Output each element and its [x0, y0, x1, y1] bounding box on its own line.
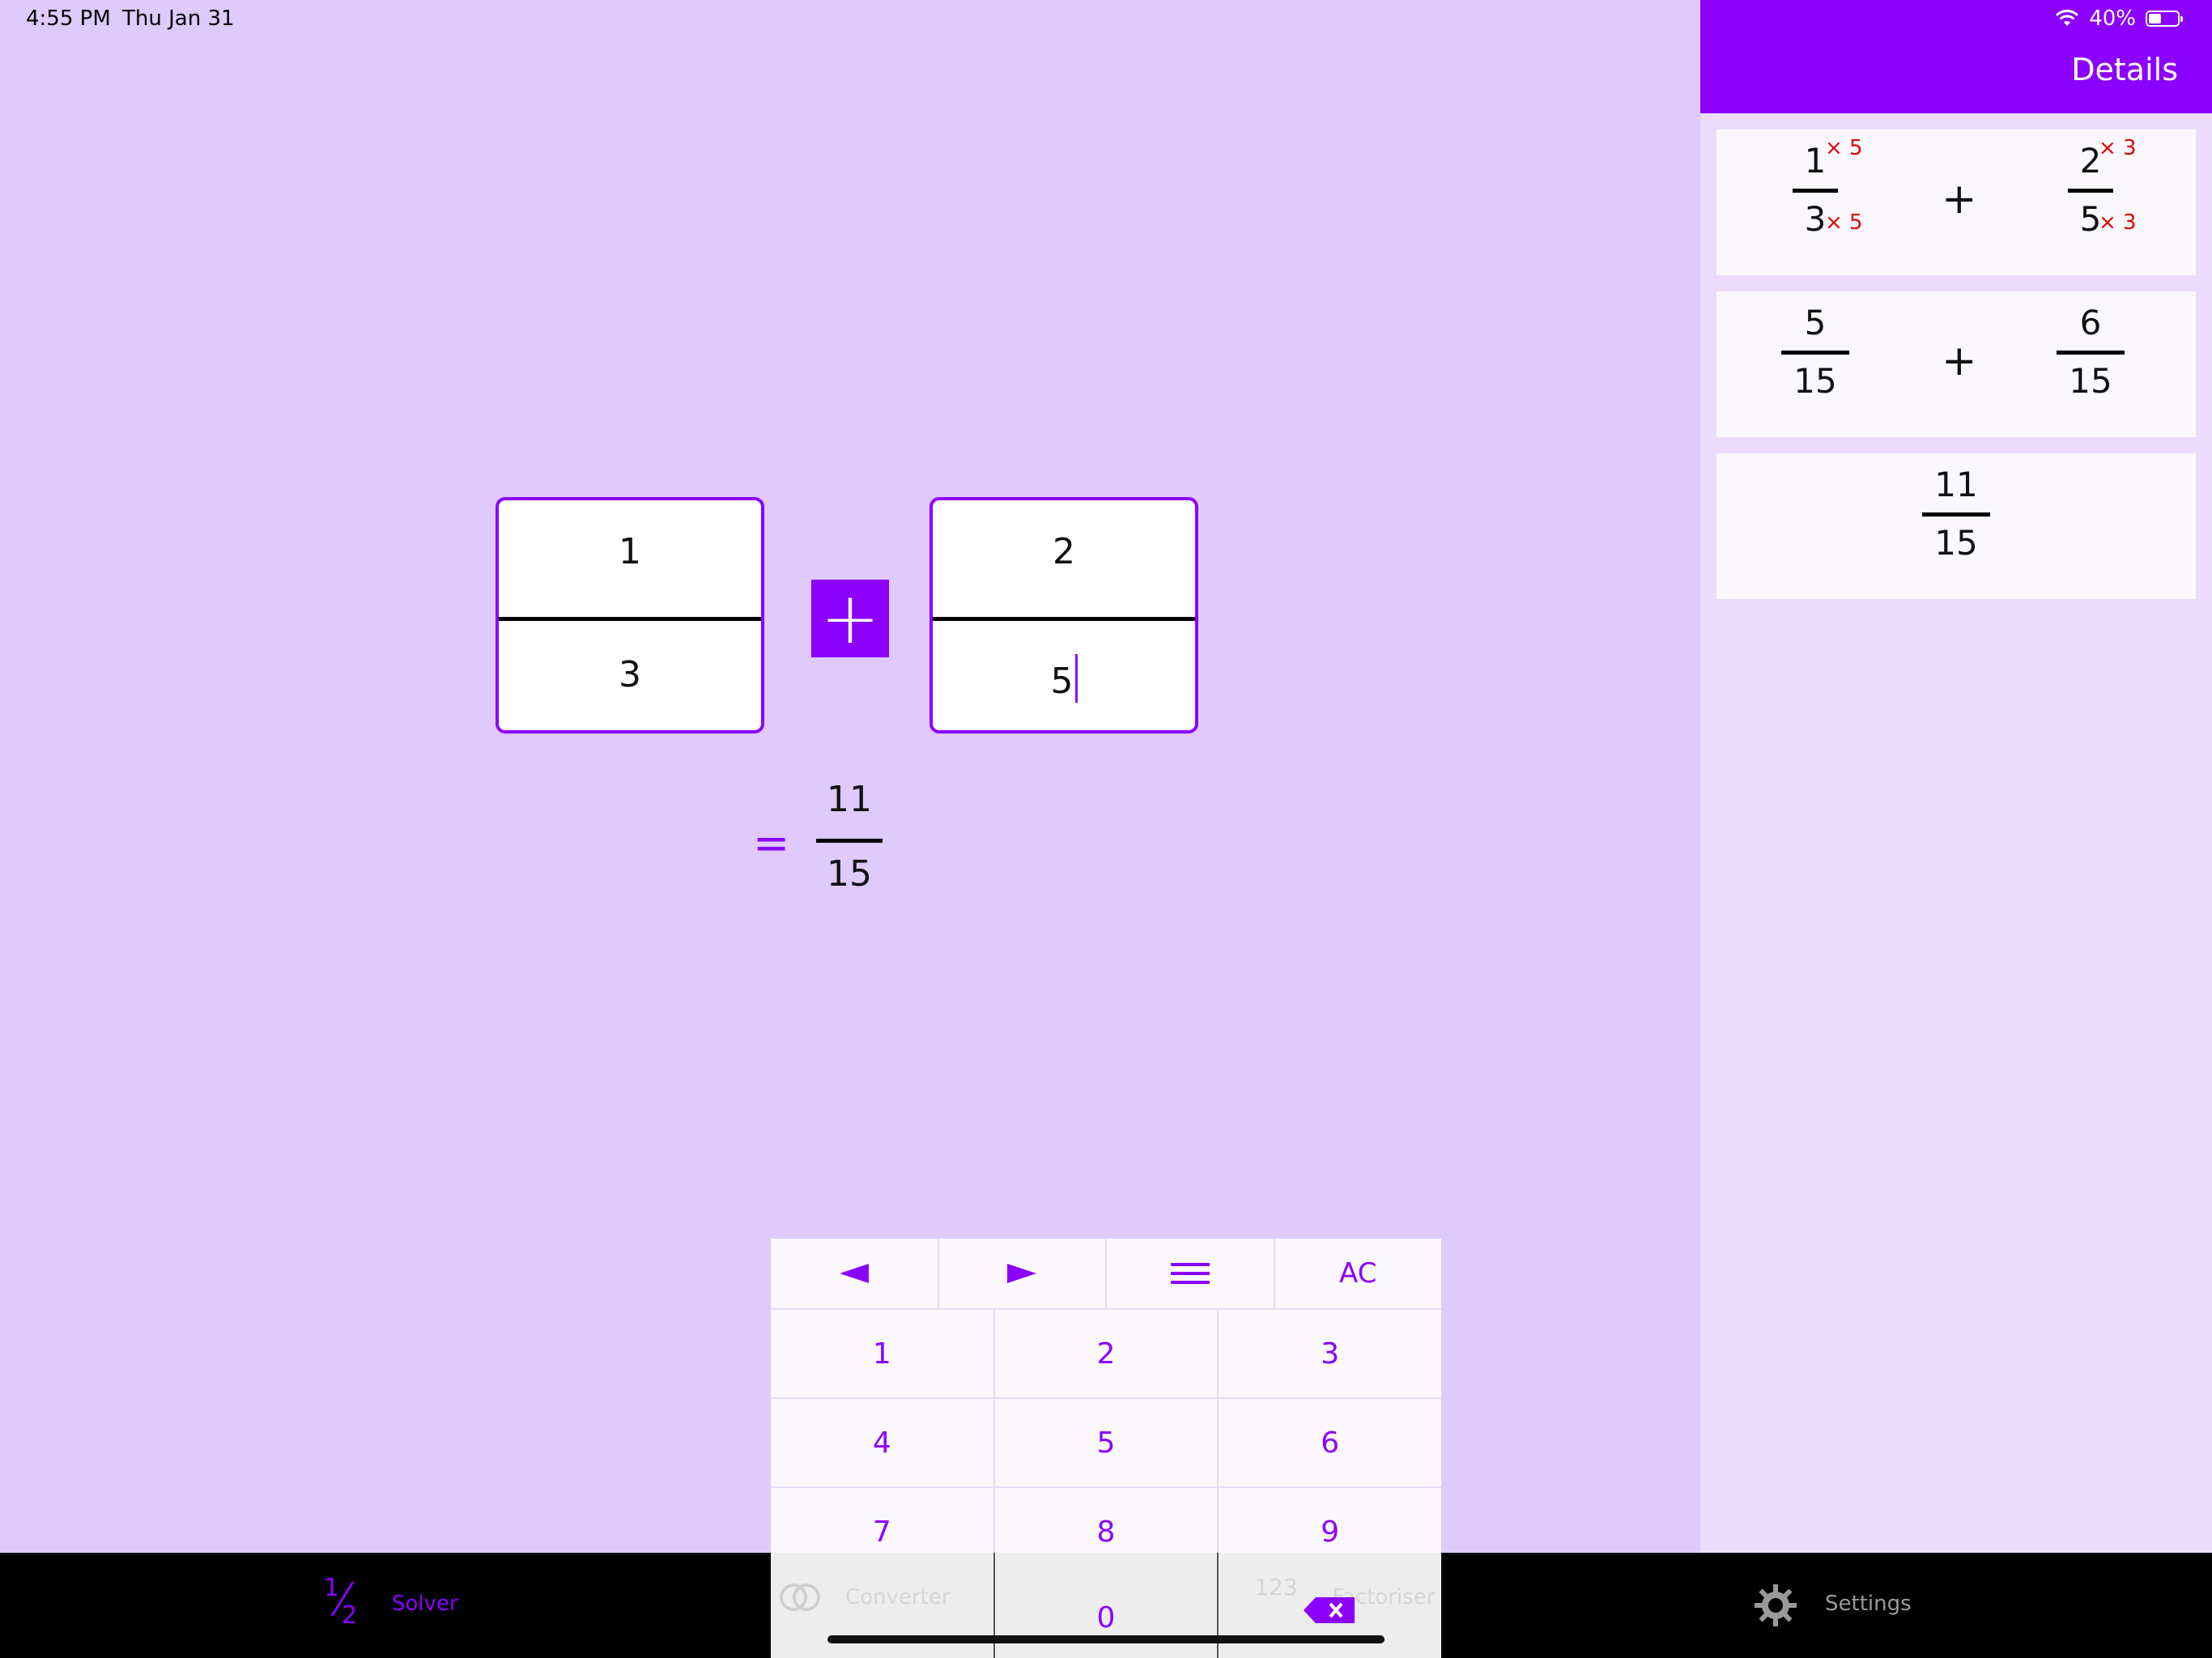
result-denominator: 15: [827, 853, 872, 895]
step-denominator: 15: [1793, 361, 1837, 401]
step-bar: [2057, 351, 2125, 355]
status-date: Thu Jan 31: [122, 6, 235, 31]
battery-icon: [2146, 11, 2183, 27]
details-step-card: 11 15: [1716, 453, 2196, 599]
home-indicator[interactable]: [827, 1635, 1385, 1643]
tab-settings[interactable]: [1752, 1582, 1799, 1629]
step-numerator: 6: [2079, 303, 2102, 342]
fraction-bar: [933, 617, 1195, 621]
key-4[interactable]: 4: [771, 1399, 995, 1486]
wifi-icon: [2056, 10, 2079, 26]
key-3[interactable]: 3: [1219, 1310, 1441, 1397]
move-left-button[interactable]: [771, 1239, 939, 1308]
numerator-input[interactable]: 2: [933, 531, 1195, 572]
step-denominator: 15: [2069, 361, 2112, 401]
denominator-input[interactable]: 5: [933, 654, 1195, 703]
step-fraction: 6 15: [2042, 303, 2139, 401]
step-bar: [2068, 189, 2113, 193]
key-0-label: 0: [1096, 1601, 1116, 1635]
key-1[interactable]: 1: [771, 1310, 995, 1397]
denominator-multiplier: × 5: [1825, 210, 1863, 235]
fraction-input-right: 2 5: [929, 497, 1198, 733]
details-step-card: 5 15 + 6 15: [1716, 291, 2196, 437]
backspace-icon: [1304, 1597, 1355, 1623]
step-numerator: 11: [1934, 465, 1978, 504]
menu-button[interactable]: [1107, 1239, 1275, 1308]
key-6[interactable]: 6: [1219, 1399, 1441, 1486]
step-fraction: 11 15: [1908, 465, 2005, 563]
text-cursor: [1074, 654, 1078, 703]
result-numerator: 11: [827, 779, 872, 820]
tab-converter-label[interactable]: Converter: [845, 1585, 951, 1609]
menu-icon: [1170, 1263, 1210, 1284]
keypad-toolbar: AC: [771, 1239, 1441, 1308]
step-numerator: 5: [1804, 303, 1827, 342]
equals-sign: =: [753, 818, 790, 869]
step-fraction: 5 15: [1767, 303, 1864, 401]
step-bar: [1781, 351, 1849, 355]
key-2[interactable]: 2: [995, 1310, 1219, 1397]
denominator-input[interactable]: 3: [499, 654, 761, 695]
details-panel: Details 1 3 × 5 × 5 + 2 5 × 3 × 3 5 15 +…: [1700, 0, 2212, 1553]
keypad-grid: 1 2 3 4 5 6 7 8 9: [771, 1308, 1441, 1575]
numerator-multiplier: × 3: [2099, 136, 2137, 160]
all-clear-button[interactable]: AC: [1275, 1239, 1442, 1308]
numerator-multiplier: × 5: [1825, 136, 1863, 160]
move-right-button[interactable]: [939, 1239, 1107, 1308]
factoriser-icon: 123: [1254, 1574, 1298, 1601]
key-5[interactable]: 5: [995, 1399, 1219, 1486]
details-title: Details: [2071, 52, 2178, 87]
step-bar: [1793, 189, 1838, 193]
operator-button[interactable]: +: [811, 580, 889, 657]
denominator-multiplier: × 3: [2099, 210, 2137, 235]
tab-solver-label[interactable]: Solver: [392, 1592, 458, 1616]
status-time: 4:55 PM: [26, 6, 111, 31]
gear-icon: [1755, 1584, 1797, 1626]
arrow-left-icon: [839, 1264, 869, 1283]
arrow-right-icon: [1007, 1264, 1037, 1283]
details-step-card: 1 3 × 5 × 5 + 2 5 × 3 × 3: [1716, 130, 2196, 275]
fraction-bar: [499, 617, 761, 621]
keypad-row: 1 2 3: [771, 1308, 1441, 1397]
battery-percent: 40%: [2089, 6, 2136, 31]
converter-icon: [780, 1584, 820, 1611]
step-operator: +: [1942, 337, 1977, 385]
half-fraction-icon: 1 2: [324, 1574, 358, 1630]
tab-solver[interactable]: 1 2: [322, 1571, 363, 1630]
numerator-input[interactable]: 1: [499, 531, 761, 572]
keypad-row: 4 5 6: [771, 1397, 1441, 1486]
fraction-input-left: 1 3: [496, 497, 764, 733]
step-denominator: 15: [1934, 523, 1978, 563]
step-bar: [1922, 512, 1990, 517]
result-bar: [816, 839, 883, 843]
status-indicators: 40%: [2055, 6, 2183, 31]
tab-settings-label[interactable]: Settings: [1825, 1592, 1912, 1616]
step-operator: +: [1942, 175, 1977, 223]
denominator-value: 5: [1050, 661, 1074, 702]
